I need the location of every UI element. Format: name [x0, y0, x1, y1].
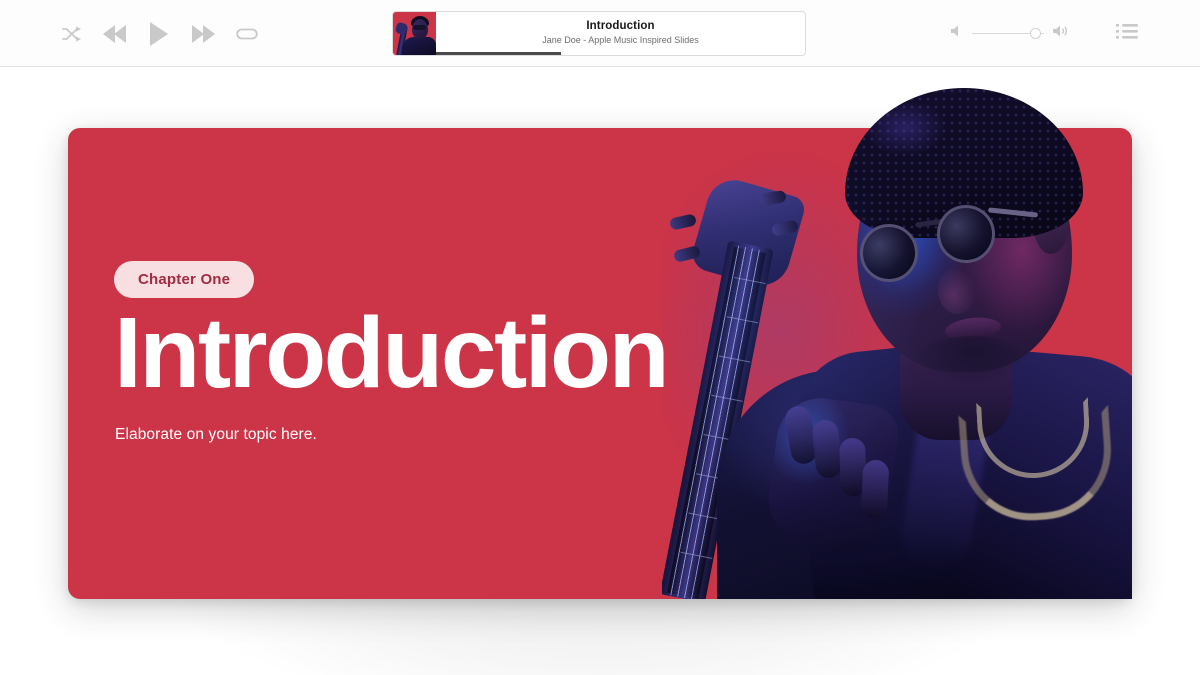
- album-artwork-image: [393, 12, 436, 55]
- slide-stage: Chapter One Introduction Elaborate on yo…: [0, 67, 1200, 675]
- play-icon[interactable]: [148, 21, 170, 47]
- slide-background: [68, 128, 1132, 599]
- album-artwork: [393, 12, 436, 55]
- playback-progress-bar[interactable]: [436, 52, 805, 55]
- slide-container[interactable]: Chapter One Introduction Elaborate on yo…: [68, 70, 1132, 599]
- chapter-badge[interactable]: Chapter One: [114, 261, 255, 298]
- player-toolbar: Introduction Jane Doe - Apple Music Insp…: [0, 0, 1200, 67]
- next-icon[interactable]: [190, 24, 216, 44]
- volume-slider-knob[interactable]: [1029, 28, 1041, 39]
- now-playing-text: Introduction Jane Doe - Apple Music Insp…: [436, 12, 805, 55]
- volume-control: [950, 24, 1068, 43]
- transport-controls: [62, 0, 258, 67]
- now-playing-panel[interactable]: Introduction Jane Doe - Apple Music Insp…: [392, 11, 806, 56]
- repeat-icon[interactable]: [236, 26, 258, 42]
- shuffle-icon[interactable]: [62, 26, 82, 42]
- volume-low-icon[interactable]: [950, 24, 964, 43]
- playback-progress-fill: [436, 52, 562, 55]
- track-subtitle: Jane Doe - Apple Music Inspired Slides: [542, 34, 699, 45]
- slides-app: Introduction Jane Doe - Apple Music Insp…: [0, 0, 1200, 675]
- previous-icon[interactable]: [102, 24, 128, 44]
- playing-next-icon[interactable]: [1116, 23, 1138, 45]
- volume-slider[interactable]: [972, 28, 1044, 40]
- track-title: Introduction: [586, 19, 655, 32]
- volume-high-icon[interactable]: [1052, 24, 1068, 43]
